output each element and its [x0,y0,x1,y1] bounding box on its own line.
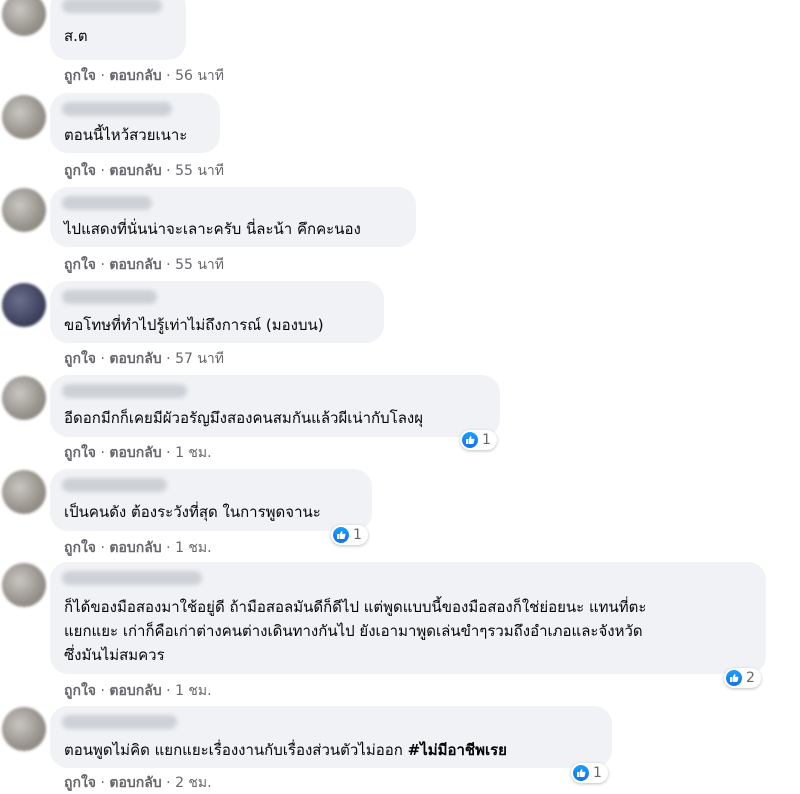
separator: · [100,257,105,273]
comment-line: ซึ่งมันไม่สมควร [64,646,165,664]
separator: · [166,351,171,367]
separator: · [166,683,171,699]
reaction-number: 1 [482,432,491,448]
comment-line: แยกแยะ เก่าก็คือเก่าต่างคนต่างเดินทางกัน… [64,622,643,640]
reply-link[interactable]: ตอบกลับ [109,68,161,84]
comment-actions: ถูกใจ · ตอบกลับ · 57 นาที [64,348,224,370]
timestamp[interactable]: 55 นาที [175,163,224,179]
commenter-name[interactable] [62,0,162,13]
avatar[interactable] [2,0,46,36]
reaction-count[interactable]: 2 [724,668,761,688]
reaction-number: 1 [353,527,362,543]
timestamp[interactable]: 56 นาที [175,68,224,84]
reply-link[interactable]: ตอบกลับ [109,257,161,273]
like-link[interactable]: ถูกใจ [64,445,96,461]
reaction-count[interactable]: 1 [571,763,608,783]
timestamp[interactable]: 1 ชม. [175,683,212,699]
comment-actions: ถูกใจ · ตอบกลับ · 55 นาที [64,254,224,276]
comment-text: อีดอกมีกก็เคยมีผัวอรัญมึงสองคนสมกันแล้วผ… [64,409,423,427]
like-link[interactable]: ถูกใจ [64,163,96,179]
separator: · [100,163,105,179]
like-link[interactable]: ถูกใจ [64,351,96,367]
reaction-number: 2 [746,670,755,686]
like-link[interactable]: ถูกใจ [64,68,96,84]
separator: · [100,445,105,461]
like-link[interactable]: ถูกใจ [64,775,96,791]
comment-text: ขอโทษที่ทำไปรู้เท่าไม่ถึงการณ์ (มองบน) [64,316,324,334]
timestamp[interactable]: 55 นาที [175,257,224,273]
avatar[interactable] [2,283,46,327]
comment-text: ก็ได้ของมือสองมาใช้อยู่ดี ถ้ามือสอลมันดี… [64,595,764,667]
comment-bubble: ตอนพูดไม่คิด แยกแยะเรื่องงานกับเรื่องส่ว… [50,706,612,768]
separator: · [166,540,171,556]
comment-body: ตอนพูดไม่คิด แยกแยะเรื่องงานกับเรื่องส่ว… [64,741,403,759]
comment-actions: ถูกใจ · ตอบกลับ · 1 ชม. [64,537,212,559]
like-link[interactable]: ถูกใจ [64,683,96,699]
thumbs-up-icon [333,527,349,543]
timestamp[interactable]: 57 นาที [175,351,224,367]
reply-link[interactable]: ตอบกลับ [109,445,161,461]
commenter-name[interactable] [62,384,187,398]
like-link[interactable]: ถูกใจ [64,257,96,273]
comment-text: ตอนพูดไม่คิด แยกแยะเรื่องงานกับเรื่องส่ว… [64,738,507,762]
comment-text: เป็นคนดัง ต้องระวังที่สุด ในการพูดจานะ [64,503,321,521]
comment-bubble: ส.ต [50,0,186,60]
hashtag-link[interactable]: #ไม่มีอาชีพเรย [408,741,507,759]
comment-bubble: ขอโทษที่ทำไปรู้เท่าไม่ถึงการณ์ (มองบน) [50,281,384,343]
separator: · [166,257,171,273]
reply-link[interactable]: ตอบกลับ [109,163,161,179]
reply-link[interactable]: ตอบกลับ [109,683,161,699]
comment-actions: ถูกใจ · ตอบกลับ · 1 ชม. [64,680,212,702]
avatar[interactable] [2,188,46,232]
like-link[interactable]: ถูกใจ [64,540,96,556]
reply-link[interactable]: ตอบกลับ [109,351,161,367]
commenter-name[interactable] [62,715,177,729]
commenter-name[interactable] [62,196,152,210]
comment-actions: ถูกใจ · ตอบกลับ · 1 ชม. [64,442,212,464]
comment-bubble: ก็ได้ของมือสองมาใช้อยู่ดี ถ้ามือสอลมันดี… [50,562,766,674]
comment-text: ไปแสดงที่นั่นน่าจะเลาะครับ นี่ละน้า คึกค… [64,220,361,238]
separator: · [166,775,171,791]
avatar[interactable] [2,563,46,607]
reaction-count[interactable]: 1 [460,430,497,450]
comment-line: ก็ได้ของมือสองมาใช้อยู่ดี ถ้ามือสอลมันดี… [64,598,647,616]
timestamp[interactable]: 2 ชม. [175,775,212,791]
timestamp[interactable]: 1 ชม. [175,445,212,461]
avatar[interactable] [2,470,46,514]
separator: · [166,445,171,461]
comment-bubble: ตอนนี้ไหว้สวยเนาะ [50,93,220,153]
comment-text: ตอนนี้ไหว้สวยเนาะ [64,126,188,144]
reply-link[interactable]: ตอบกลับ [109,540,161,556]
thumbs-up-icon [462,432,478,448]
comment-actions: ถูกใจ · ตอบกลับ · 55 นาที [64,160,224,182]
thumbs-up-icon [726,670,742,686]
separator: · [100,351,105,367]
comment-bubble: อีดอกมีกก็เคยมีผัวอรัญมึงสองคนสมกันแล้วผ… [50,375,500,437]
comment-bubble: ไปแสดงที่นั่นน่าจะเลาะครับ นี่ละน้า คึกค… [50,187,416,247]
separator: · [100,775,105,791]
comment-actions: ถูกใจ · ตอบกลับ · 56 นาที [64,65,224,87]
avatar[interactable] [2,707,46,751]
commenter-name[interactable] [62,102,172,116]
separator: · [166,68,171,84]
separator: · [100,683,105,699]
reply-link[interactable]: ตอบกลับ [109,775,161,791]
comment-actions: ถูกใจ · ตอบกลับ · 2 ชม. [64,772,212,794]
comment-bubble: เป็นคนดัง ต้องระวังที่สุด ในการพูดจานะ [50,469,372,531]
commenter-name[interactable] [62,478,167,492]
avatar[interactable] [2,95,46,139]
commenter-name[interactable] [62,290,157,304]
separator: · [100,540,105,556]
thumbs-up-icon [573,765,589,781]
timestamp[interactable]: 1 ชม. [175,540,212,556]
comment-text: ส.ต [64,27,88,45]
reaction-count[interactable]: 1 [331,525,368,545]
separator: · [166,163,171,179]
separator: · [100,68,105,84]
reaction-number: 1 [593,765,602,781]
commenter-name[interactable] [62,571,202,585]
avatar[interactable] [2,376,46,420]
